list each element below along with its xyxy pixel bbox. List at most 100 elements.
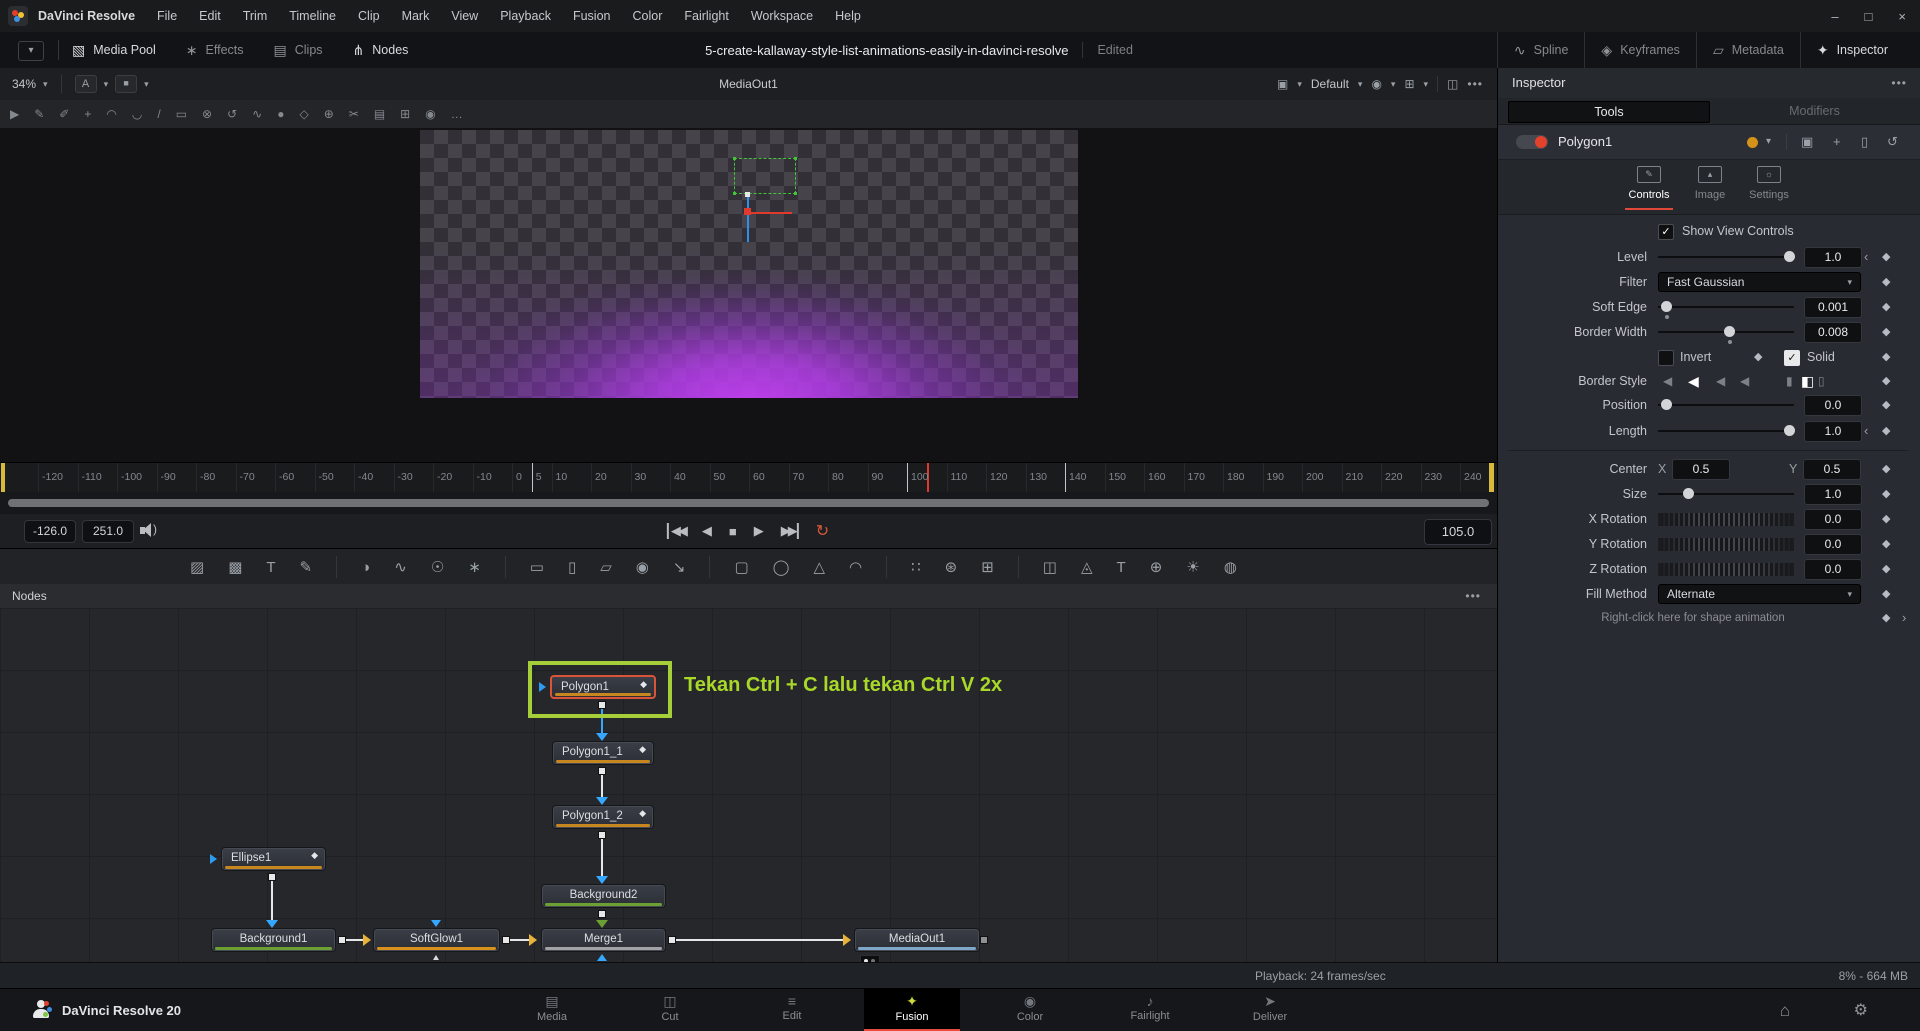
fusion-tool-icon[interactable]: △ — [813, 558, 825, 576]
menu-item[interactable]: Workspace — [740, 0, 824, 32]
fusion-tool-icon[interactable]: ∷ — [911, 558, 921, 576]
connection-line[interactable] — [271, 881, 273, 920]
render-range-end-field[interactable]: 251.0 — [82, 520, 134, 543]
ui-layout-toggle-icon[interactable]: ▾ — [18, 41, 44, 61]
play-reverse-button[interactable]: ◀ — [702, 523, 712, 539]
tab-modifiers[interactable]: Modifiers — [1718, 101, 1911, 121]
nodes-options-icon[interactable]: ••• — [1465, 584, 1481, 608]
output-connector[interactable] — [598, 767, 606, 775]
pin-icon[interactable]: + — [1833, 125, 1841, 159]
page-tab[interactable]: ✦ Fusion — [864, 989, 960, 1031]
mask-tool-icon[interactable]: ◡ — [132, 107, 142, 121]
chevron-down-icon[interactable]: ▾ — [1358, 79, 1363, 90]
node-graph[interactable]: Polygon1◆Polygon1_1◆Polygon1_2◆Ellipse1◆… — [0, 608, 1497, 962]
node-polygon1_2[interactable]: Polygon1_2◆ — [552, 805, 654, 829]
node-color-dot[interactable] — [1747, 137, 1758, 148]
border-position-option[interactable]: ◧ — [1801, 370, 1814, 392]
go-to-start-button[interactable]: ◀◀ — [667, 523, 685, 539]
menu-item[interactable]: Playback — [489, 0, 562, 32]
mask-tool-icon[interactable]: ◠ — [106, 107, 116, 121]
mediaout-connector[interactable] — [980, 936, 988, 944]
size-value[interactable]: 1.0 — [1804, 484, 1862, 505]
menu-item[interactable]: Fusion — [562, 0, 622, 32]
output-connector[interactable] — [338, 936, 346, 944]
viewer-zoom-level[interactable]: 34% — [12, 77, 36, 91]
menu-item[interactable]: File — [146, 0, 188, 32]
page-tab[interactable]: ◫ Cut — [622, 989, 718, 1029]
panel-toggle-button[interactable]: ∿ Spline — [1497, 32, 1584, 68]
mask-tool-icon[interactable]: ▤ — [374, 107, 385, 121]
color-viewer-icon[interactable]: ◉ — [1371, 77, 1381, 91]
keyframe-icon[interactable]: ◆ — [1882, 246, 1890, 268]
fusion-tool-icon[interactable]: T — [266, 559, 275, 576]
current-frame-field[interactable]: 105.0 — [1424, 519, 1492, 545]
lut-select[interactable]: Default — [1311, 77, 1349, 91]
keyframe-icon[interactable]: ◆ — [1882, 558, 1890, 580]
border-position-option[interactable]: ▮ — [1786, 370, 1793, 392]
mask-tool-icon[interactable]: ◉ — [425, 107, 435, 121]
fusion-tool-icon[interactable]: ◍ — [1224, 558, 1237, 576]
dual-viewer-icon[interactable]: ◫ — [1447, 77, 1458, 91]
border-width-slider[interactable] — [1658, 321, 1794, 343]
page-tab[interactable]: ≡ Edit — [744, 989, 840, 1029]
settings-gear-icon[interactable]: ⚙ — [1854, 989, 1868, 1031]
menu-item[interactable]: Trim — [232, 0, 279, 32]
node-background1[interactable]: Background1◆ — [211, 928, 336, 952]
y-rotation-value[interactable]: 0.0 — [1804, 534, 1862, 555]
fusion-tool-icon[interactable]: ◬ — [1081, 558, 1093, 576]
keyframe-icon[interactable]: ◆ — [1882, 321, 1890, 343]
lock-icon[interactable]: ▯ — [1861, 125, 1868, 159]
output-connector[interactable] — [598, 831, 606, 839]
fill-method-dropdown[interactable]: Alternate ▾ — [1658, 584, 1861, 604]
fusion-tool-icon[interactable]: ▩ — [228, 558, 242, 576]
stop-button[interactable]: ■ — [729, 524, 737, 539]
panel-toggle-button[interactable]: ▤ Clips — [274, 42, 323, 59]
panel-toggle-button[interactable]: ⋔ Nodes — [353, 42, 409, 59]
fusion-tool-icon[interactable]: ◫ — [1043, 558, 1057, 576]
go-to-end-button[interactable]: ▶▶ — [781, 523, 799, 539]
mask-tool-icon[interactable]: ↺ — [227, 107, 237, 121]
home-icon[interactable]: ⌂ — [1780, 989, 1790, 1031]
mask-tool-icon[interactable]: ⊗ — [202, 107, 212, 121]
subtab-image[interactable]: ▴ Image — [1680, 166, 1740, 201]
page-tab[interactable]: ◉ Color — [982, 989, 1078, 1029]
level-value[interactable]: 1.0 — [1804, 247, 1862, 268]
fusion-tool-icon[interactable]: ◑ — [361, 559, 370, 576]
inspector-options-icon[interactable]: ••• — [1891, 68, 1907, 98]
center-x-value[interactable]: 0.5 — [1672, 459, 1730, 480]
connection-line[interactable] — [601, 775, 603, 797]
panel-toggle-button[interactable]: ▱ Metadata — [1696, 32, 1800, 68]
fusion-tool-icon[interactable] — [505, 556, 506, 578]
mask-tool-icon[interactable]: ● — [277, 107, 284, 121]
fusion-tool-icon[interactable]: ▨ — [190, 558, 204, 576]
menu-item[interactable]: Color — [621, 0, 673, 32]
show-view-controls-checkbox[interactable]: ✓ — [1658, 224, 1674, 240]
menu-item[interactable]: Mark — [391, 0, 441, 32]
keyframe-icon[interactable]: ◆ — [1882, 533, 1890, 555]
mask-tool-icon[interactable]: ✐ — [59, 107, 69, 121]
page-tab[interactable]: ♪ Fairlight — [1102, 989, 1198, 1029]
soft-edge-value[interactable]: 0.001 — [1804, 297, 1862, 318]
keyframe-icon[interactable]: ◆ — [1882, 508, 1890, 530]
subtab-controls[interactable]: ✎ Controls — [1619, 166, 1679, 201]
node-background2[interactable]: Background2◆ — [541, 884, 666, 908]
connection-line[interactable] — [601, 839, 603, 876]
node-ellipse1[interactable]: Ellipse1◆ — [221, 847, 326, 871]
panel-toggle-button[interactable]: ▧ Media Pool — [72, 42, 156, 59]
position-slider[interactable] — [1658, 394, 1794, 416]
center-y-value[interactable]: 0.5 — [1803, 459, 1861, 480]
keyframe-icon[interactable]: ◆ — [1882, 458, 1890, 480]
border-style-option[interactable]: ◀ — [1663, 370, 1672, 392]
fusion-tool-icon[interactable]: ▯ — [568, 558, 576, 576]
menu-item[interactable]: Edit — [188, 0, 232, 32]
scrollbar-track[interactable] — [8, 499, 1489, 507]
mask-tool-icon[interactable]: ⊕ — [324, 107, 334, 121]
keyframe-icon[interactable]: ◆ — [1882, 346, 1890, 368]
fusion-tool-icon[interactable]: ▢ — [734, 558, 748, 576]
close-icon[interactable]: × — [1898, 9, 1906, 24]
mask-tool-icon[interactable]: ✎ — [34, 107, 44, 121]
output-connector[interactable] — [502, 936, 510, 944]
fusion-tool-icon[interactable]: ▱ — [600, 558, 612, 576]
connection-line[interactable] — [676, 939, 843, 941]
copy-settings-icon[interactable]: ▣ — [1801, 125, 1813, 159]
